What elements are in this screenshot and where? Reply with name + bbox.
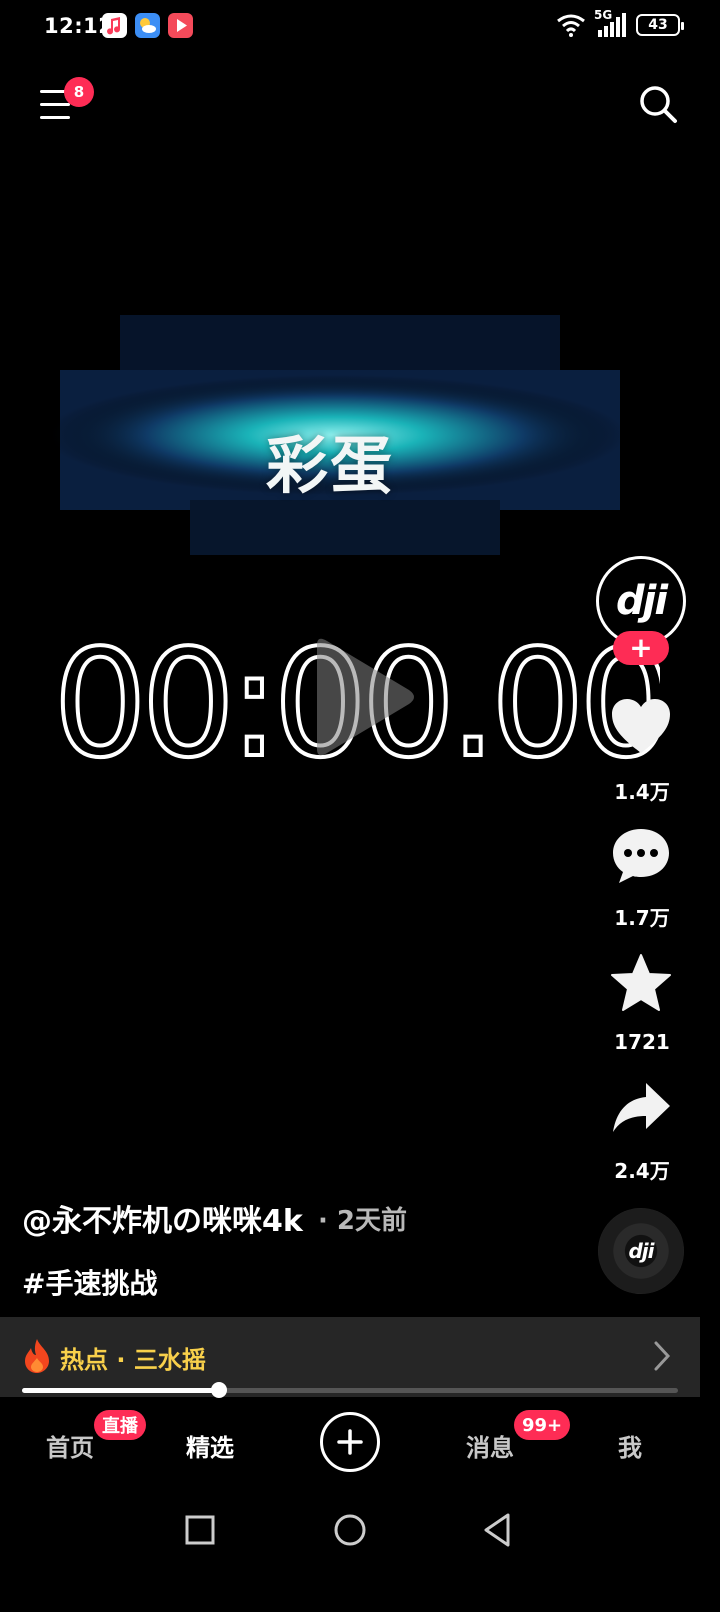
recent-apps-button[interactable] <box>180 1510 220 1550</box>
avatar-logo: dji <box>615 578 668 624</box>
tab-featured[interactable]: 精选 <box>186 1428 234 1463</box>
comment-button[interactable] <box>608 822 674 888</box>
play-icon <box>317 638 414 756</box>
back-button[interactable] <box>478 1510 518 1550</box>
live-badge: 直播 <box>94 1410 146 1440</box>
like-button[interactable] <box>608 693 674 759</box>
circle-icon <box>334 1514 366 1546</box>
share-icon <box>613 1083 670 1132</box>
create-button[interactable] <box>320 1412 380 1472</box>
home-button[interactable] <box>330 1510 370 1550</box>
video-title: 彩蛋 <box>265 429 394 502</box>
heart-icon <box>612 699 670 753</box>
like-count: 1.4万 <box>614 780 670 804</box>
chevron-right-icon <box>654 1341 671 1371</box>
share-count: 2.4万 <box>614 1159 670 1183</box>
hot-topic-label: 热点 · 三水摇 <box>60 1346 206 1374</box>
star-icon <box>611 954 671 1011</box>
triangle-back-icon <box>484 1513 510 1547</box>
plus-icon <box>337 1429 363 1455</box>
progress-handle[interactable] <box>210 1382 227 1398</box>
disc-logo: dji <box>628 1239 654 1263</box>
favorite-count: 1721 <box>614 1030 670 1054</box>
square-icon <box>185 1515 215 1545</box>
comment-icon <box>613 829 669 883</box>
music-disc[interactable]: dji <box>598 1208 684 1294</box>
progress-fill <box>22 1388 219 1393</box>
share-button[interactable] <box>608 1075 674 1141</box>
favorite-button[interactable] <box>608 950 674 1016</box>
play-button[interactable] <box>305 635 420 760</box>
fire-icon <box>25 1339 49 1373</box>
post-time: · 2天前 <box>318 1206 408 1236</box>
hashtag-link[interactable]: #手速挑战 <box>22 1262 157 1302</box>
comment-count: 1.7万 <box>614 906 670 930</box>
tab-messages[interactable]: 消息 <box>466 1428 514 1463</box>
author-name[interactable]: @永不炸机の咪咪4k <box>22 1196 303 1240</box>
follow-button[interactable]: + <box>613 631 669 665</box>
messages-badge: 99+ <box>514 1410 571 1440</box>
tab-me[interactable]: 我 <box>618 1428 642 1463</box>
tab-home[interactable]: 首页 <box>46 1428 94 1463</box>
